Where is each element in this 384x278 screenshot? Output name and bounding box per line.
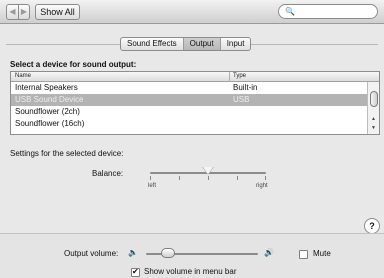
device-type: USB (233, 95, 250, 104)
table-header: Name Type (11, 72, 379, 82)
device-name: USB Sound Device (15, 95, 84, 104)
balance-label: Balance: (92, 169, 124, 178)
mute-label: Mute (313, 249, 331, 258)
speaker-high-icon: 🔊 (264, 248, 274, 257)
column-header-type[interactable]: Type (233, 73, 246, 79)
column-separator (229, 72, 230, 82)
chevron-left-icon: ◀ (9, 7, 16, 16)
back-button[interactable]: ◀ (6, 4, 19, 20)
balance-tick (237, 176, 238, 180)
column-header-name[interactable]: Name (15, 73, 31, 79)
tab-bar: Sound Effects Output Input (120, 37, 252, 51)
balance-tick (208, 176, 209, 180)
balance-right-label: right (256, 183, 268, 189)
search-field[interactable]: 🔍 (278, 4, 378, 19)
device-table: Name Type Internal Speakers Built-in USB… (10, 71, 380, 135)
search-icon: 🔍 (285, 7, 295, 16)
device-name: Soundflower (2ch) (15, 107, 80, 116)
balance-left-label: left (148, 183, 157, 189)
balance-tick (179, 176, 180, 180)
mute-checkbox[interactable] (299, 250, 308, 259)
forward-button[interactable]: ▶ (19, 4, 30, 20)
device-name: Internal Speakers (15, 83, 78, 92)
settings-label: Settings for the selected device: (10, 149, 124, 158)
balance-tick (265, 176, 266, 180)
chevron-right-icon: ▶ (20, 7, 28, 16)
tab-sound-effects[interactable]: Sound Effects (121, 38, 184, 50)
help-button[interactable]: ? (364, 218, 380, 234)
show-all-button[interactable]: Show All (35, 4, 80, 20)
scrollbar-thumb[interactable] (370, 91, 378, 107)
balance-tick (150, 176, 151, 180)
toolbar: ◀ ▶ Show All 🔍 (0, 0, 384, 24)
speaker-low-icon: 🔈 (128, 248, 138, 257)
tab-input[interactable]: Input (221, 38, 251, 50)
table-row[interactable]: Soundflower (2ch) (11, 106, 369, 118)
volume-slider-thumb[interactable] (160, 248, 175, 258)
output-volume-label: Output volume: (64, 249, 119, 258)
scroll-down-arrow-icon[interactable]: ▼ (371, 125, 376, 131)
table-row[interactable]: Internal Speakers Built-in (11, 82, 369, 94)
table-row[interactable]: USB Sound Device USB (11, 94, 369, 106)
table-row[interactable]: Soundflower (16ch) (11, 118, 369, 130)
scroll-up-arrow-icon[interactable]: ▲ (371, 116, 376, 122)
device-name: Soundflower (16ch) (15, 119, 85, 128)
balance-slider-thumb[interactable] (202, 167, 214, 175)
table-scrollbar[interactable]: ▲ ▼ (367, 82, 379, 134)
tab-output[interactable]: Output (183, 38, 221, 50)
show-volume-label: Show volume in menu bar (144, 267, 237, 276)
checkmark-icon: ✔ (132, 267, 139, 276)
show-volume-checkbox[interactable]: ✔ (131, 267, 140, 277)
device-section-title: Select a device for sound output: (10, 60, 137, 69)
device-type: Built-in (233, 83, 258, 92)
